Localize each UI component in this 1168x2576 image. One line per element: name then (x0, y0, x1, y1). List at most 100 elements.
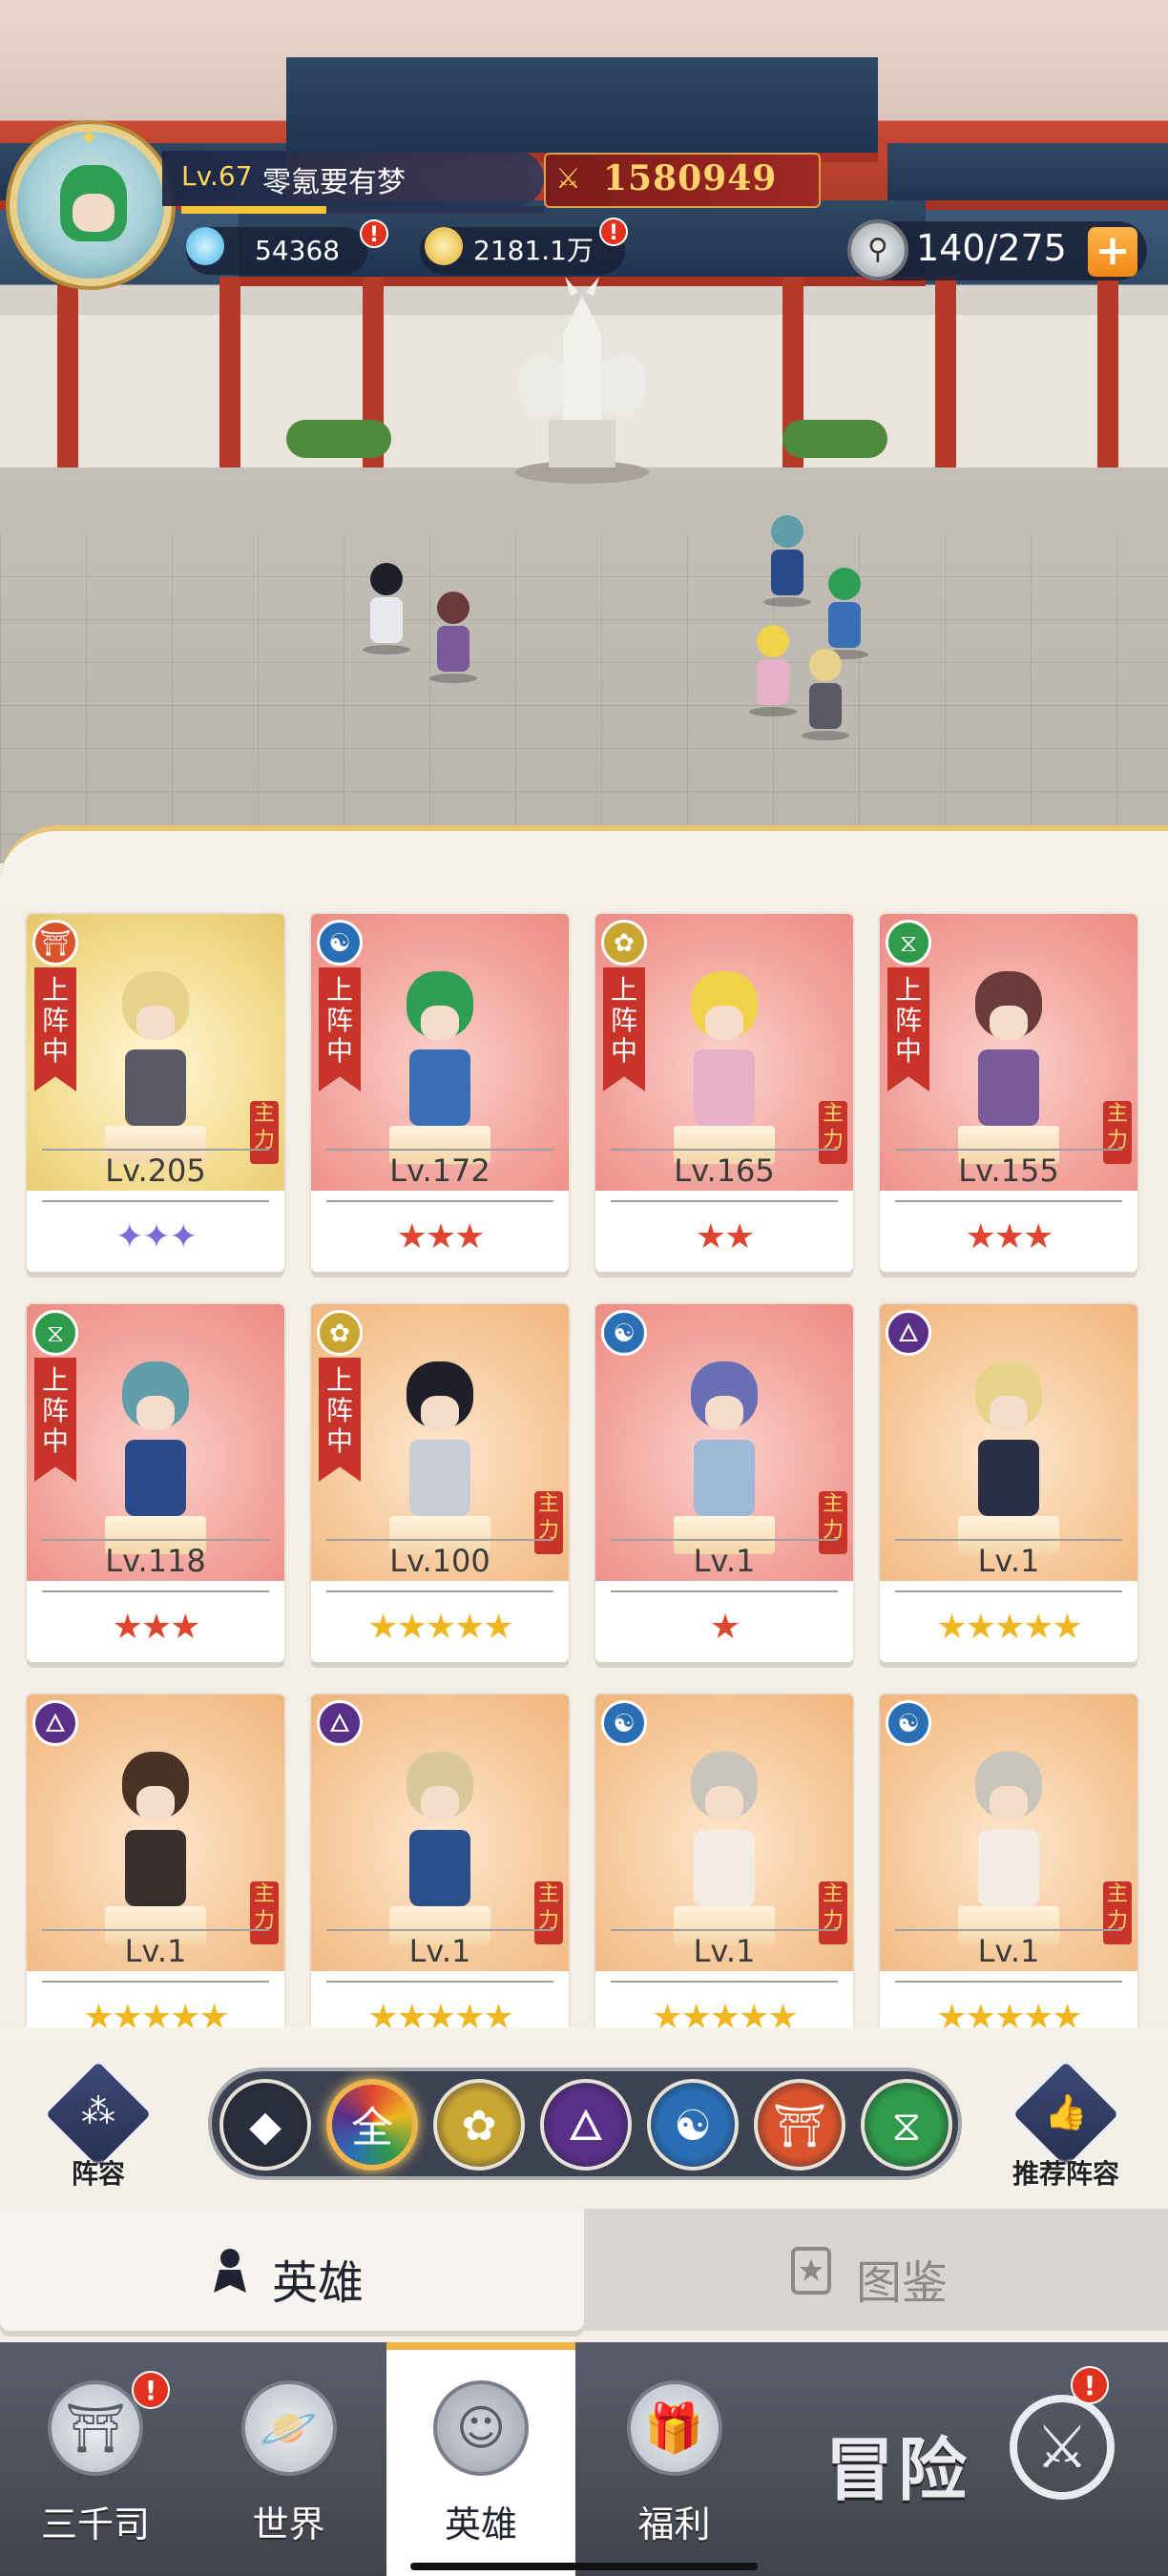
combat-power-icon: ⚔ (555, 162, 581, 196)
filter-lotus-button[interactable]: ✿ (433, 2079, 525, 2171)
nav-sanqiansi-label: 三千司 (40, 2503, 150, 2545)
tab-heroes-label: 英雄 (272, 2256, 365, 2310)
nav-sanqiansi[interactable]: ⛩ 三千司 ! (0, 2342, 191, 2576)
hero-level: Lv.205 (105, 1153, 206, 1189)
scene-hero (802, 649, 849, 740)
fox-statue (515, 277, 649, 484)
hero-level: Lv.1 (693, 1543, 756, 1579)
divider (42, 1200, 269, 1202)
tab-heroes[interactable]: 英雄 (0, 2209, 584, 2331)
divider (611, 1929, 838, 1931)
hero-card[interactable]: ☯ 主力 Lv.1 ★★★★★ (595, 1694, 853, 2052)
thumbs-up-icon: 👍 (1044, 2093, 1088, 2132)
yin-yang-element-icon: ☯ (601, 1700, 647, 1746)
hero-head-icon: ☺ (433, 2380, 529, 2476)
nav-adventure-alert-badge: ! (1071, 2366, 1109, 2404)
hero-star-rating: ★★★★★ (936, 1608, 1082, 1647)
hero-card[interactable]: ☯ 主力 Lv.1 ★★★★★ (880, 1694, 1137, 2052)
divider (326, 1149, 553, 1151)
hero-card[interactable]: ✿ 上阵中 主力 Lv.165 ★★ (595, 914, 853, 1272)
divider (611, 1981, 838, 1983)
divider (895, 1590, 1122, 1592)
hero-portrait (686, 1752, 762, 1914)
hero-portrait (117, 1752, 194, 1914)
yin-yang-element-icon: ☯ (886, 1700, 931, 1746)
nav-world[interactable]: 🪐 世界 (191, 2342, 386, 2576)
player-level: Lv.67 (181, 160, 253, 192)
hero-level: Lv.172 (389, 1153, 490, 1189)
nav-welfare[interactable]: 🎁 福利 (575, 2342, 773, 2576)
lotus-element-icon: ✿ (601, 920, 647, 966)
divider (42, 1929, 269, 1931)
hero-portrait (402, 971, 478, 1133)
hero-card[interactable]: 🜂 主力 Lv.1 ★★★★★ (311, 1694, 569, 2052)
hero-card[interactable]: ⛩ 上阵中 主力 Lv.205 ✦✦✦ (27, 914, 284, 1272)
hero-card[interactable]: ✿ 上阵中 主力 Lv.100 ★★★★★ (311, 1304, 569, 1662)
stamina-value: 140/275 (916, 227, 1067, 269)
hero-portrait (686, 971, 762, 1133)
divider (42, 1149, 269, 1151)
stamina-add-button[interactable]: + (1088, 227, 1137, 277)
scene-hero (749, 625, 797, 717)
hero-star-rating: ★★★ (965, 1217, 1054, 1257)
dna-element-icon: ⧖ (886, 920, 931, 966)
divider (326, 1929, 553, 1931)
deployed-ribbon: 上阵中 (887, 967, 929, 1091)
book-star-icon (791, 2247, 831, 2295)
hero-card[interactable]: ☯ 主力 Lv.1 ★ (595, 1304, 853, 1662)
hero-card[interactable]: ☯ 上阵中 Lv.172 ★★★ (311, 914, 569, 1272)
tab-codex[interactable]: 图鉴 (584, 2209, 1168, 2331)
xp-bar-fill (181, 206, 326, 214)
hero-silhouette-icon (214, 2249, 246, 2293)
divider (42, 1539, 269, 1541)
hero-portrait (970, 971, 1047, 1133)
hero-level: Lv.1 (977, 1543, 1040, 1579)
deployed-ribbon: 上阵中 (34, 1358, 76, 1482)
nav-heroes[interactable]: ☺ 英雄 (386, 2342, 575, 2576)
meditation-element-icon: ⛩ (32, 920, 78, 966)
formation-button[interactable]: ⁂ 阵容 (36, 2056, 160, 2190)
hero-card[interactable]: 🜂 主力 Lv.1 ★★★★★ (27, 1694, 284, 2052)
hero-star-rating: ✦✦✦ (115, 1217, 198, 1257)
dna-element-icon: ⧖ (32, 1310, 78, 1356)
nav-adventure-label: 冒险 (825, 2430, 971, 2510)
hero-star-rating: ★★★ (396, 1217, 486, 1257)
filter-rank-button[interactable]: ◆ (219, 2079, 311, 2171)
gold-alert-badge: ! (599, 218, 628, 246)
divider (326, 1539, 553, 1541)
filter-flame-button[interactable]: 🜂 (540, 2079, 632, 2171)
filter-all-button[interactable]: 全 (326, 2079, 418, 2171)
divider (326, 1981, 553, 1983)
nav-sanqiansi-alert-badge: ! (132, 2371, 170, 2409)
flame-element-icon: 🜂 (317, 1700, 363, 1746)
recommend-formation-button[interactable]: 👍 推荐阵容 (1004, 2056, 1128, 2190)
hero-star-rating: ★★ (695, 1217, 756, 1257)
divider (895, 1981, 1122, 1983)
hero-card[interactable]: ⧖ 上阵中 主力 Lv.155 ★★★ (880, 914, 1137, 1272)
hero-star-rating: ★★★★★ (367, 1608, 513, 1647)
divider (895, 1200, 1122, 1202)
hero-portrait (117, 1361, 194, 1524)
yin-yang-element-icon: ☯ (601, 1310, 647, 1356)
diamond-alert-badge: ! (360, 219, 388, 248)
diamond-icon (186, 227, 224, 265)
nav-heroes-label: 英雄 (444, 2503, 517, 2545)
combat-power-value: 1580949 (603, 158, 778, 198)
hero-level: Lv.165 (674, 1153, 775, 1189)
deployed-ribbon: 上阵中 (603, 967, 645, 1091)
tab-codex-label: 图鉴 (856, 2256, 949, 2310)
compass-sword-icon: ⚔ (1010, 2395, 1115, 2500)
deployed-ribbon: 上阵中 (319, 967, 361, 1091)
stamina-icon: ⚲ (847, 219, 908, 280)
hero-card[interactable]: ⧖ 上阵中 Lv.118 ★★★ (27, 1304, 284, 1662)
divider (326, 1590, 553, 1592)
scene-hero (821, 568, 868, 659)
filter-dna-button[interactable]: ⧖ (861, 2079, 952, 2171)
hero-level: Lv.100 (389, 1543, 490, 1579)
scene-hero (763, 515, 811, 607)
filter-yin-yang-button[interactable]: ☯ (647, 2079, 739, 2171)
divider (611, 1200, 838, 1202)
divider (42, 1590, 269, 1592)
filter-meditation-button[interactable]: ⛩ (754, 2079, 845, 2171)
hero-card[interactable]: 🜂 Lv.1 ★★★★★ (880, 1304, 1137, 1662)
